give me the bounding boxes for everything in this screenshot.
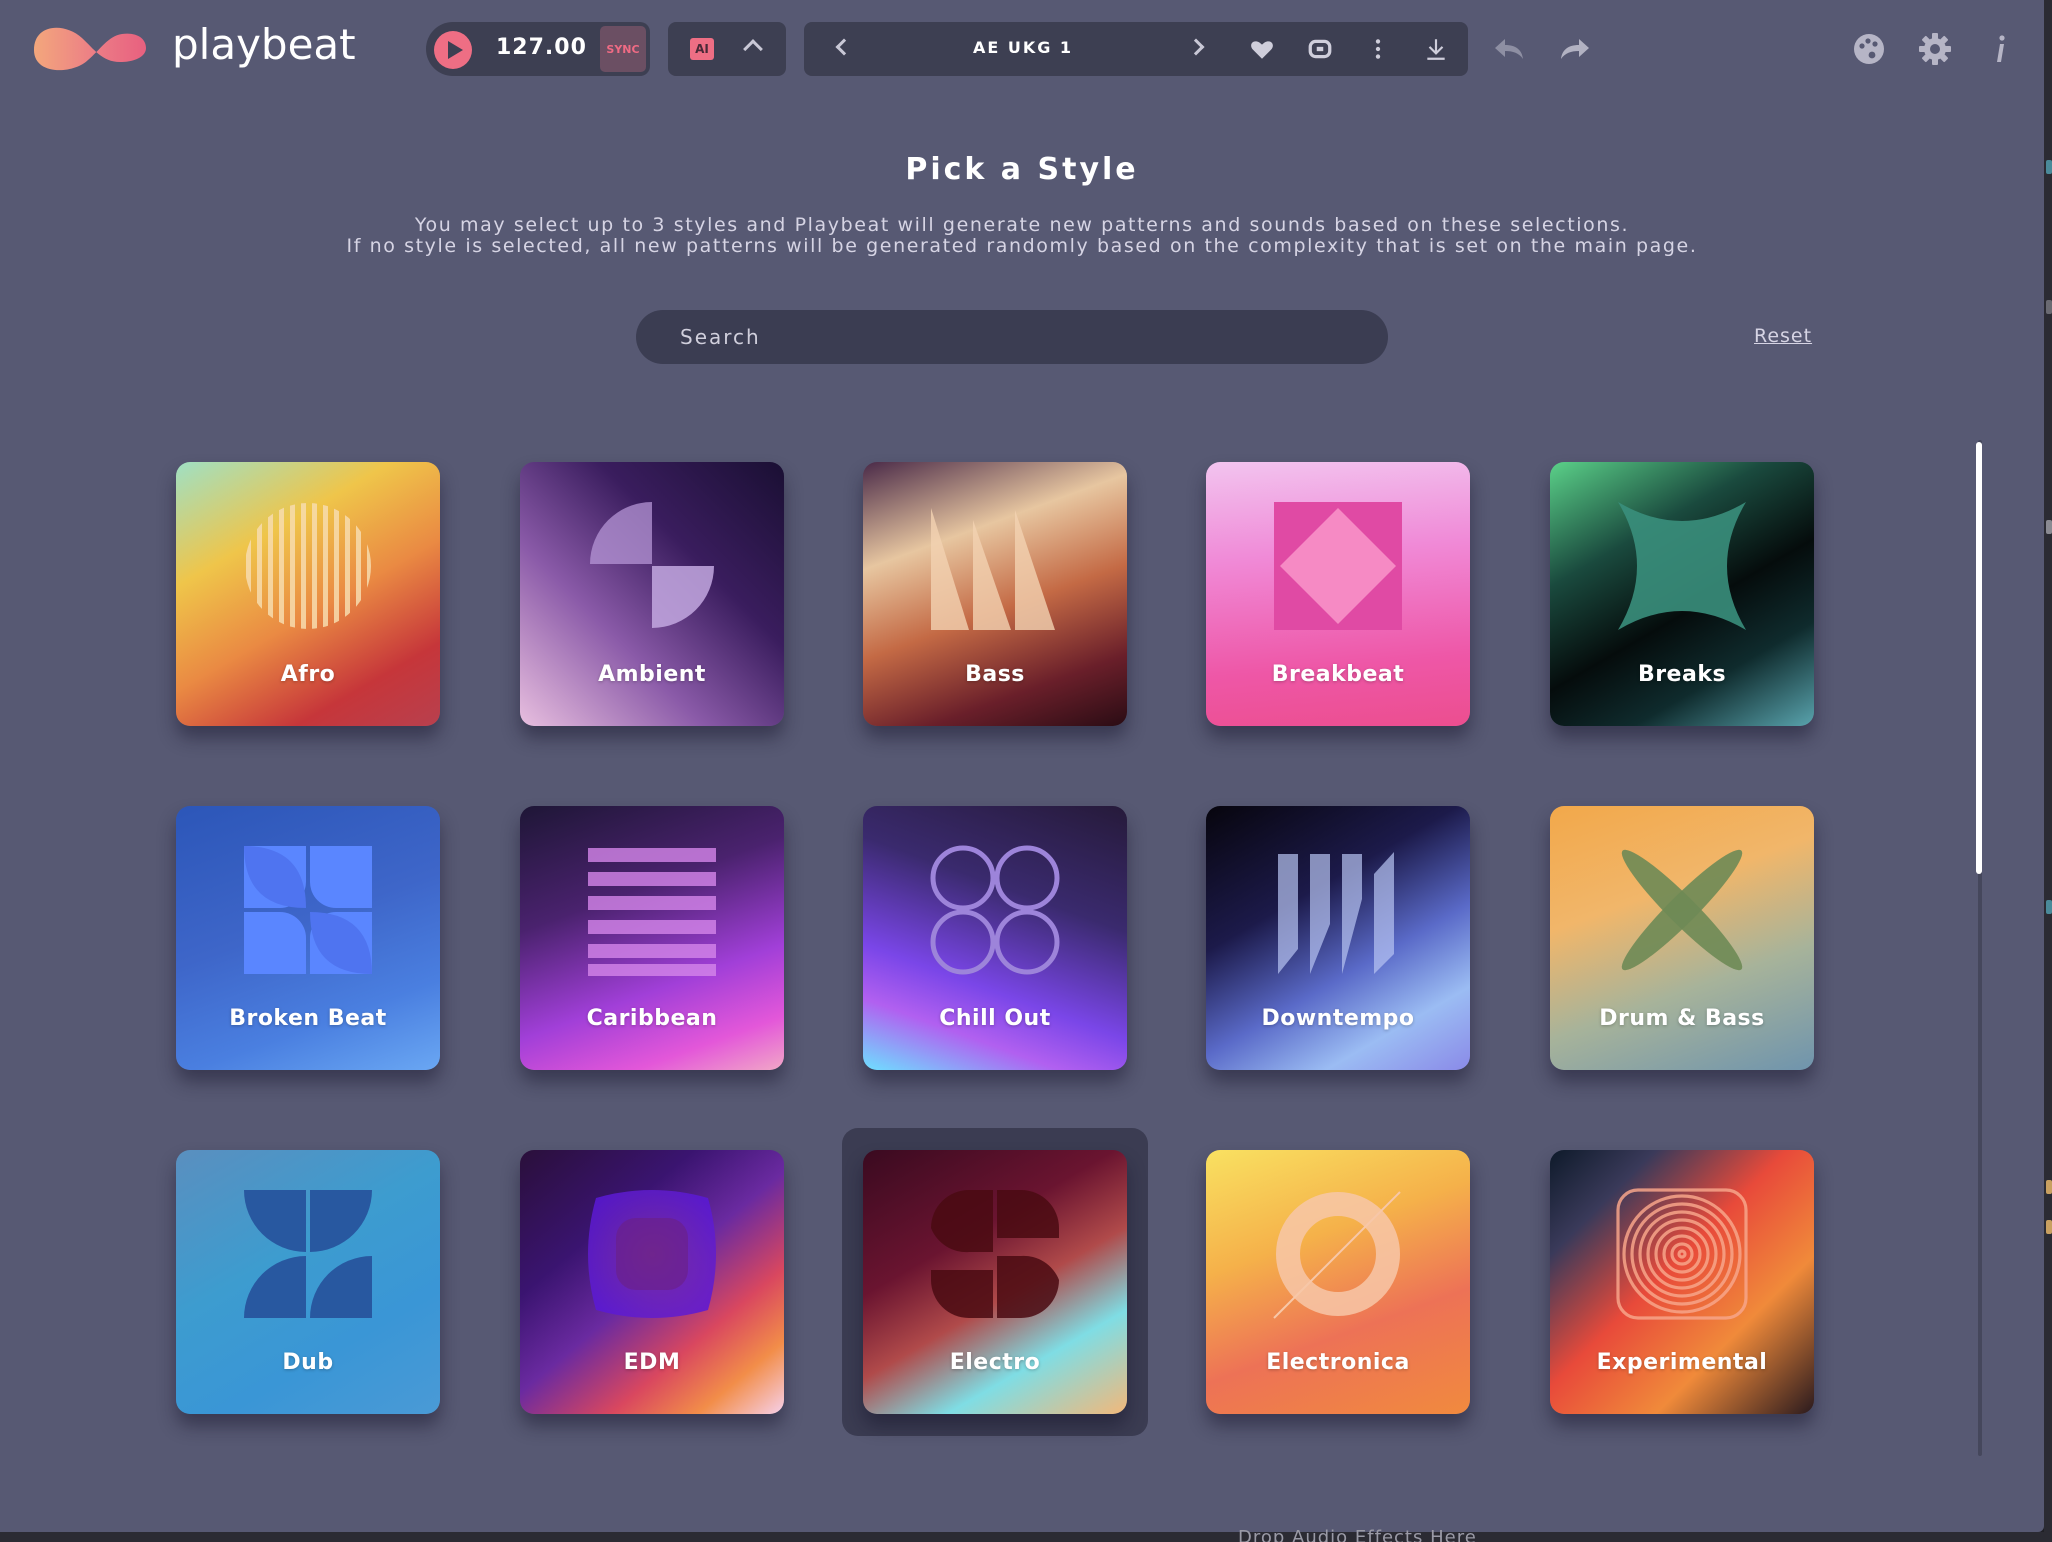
downtempo-icon: [1278, 852, 1394, 974]
experimental-icon: [1616, 1188, 1748, 1320]
scrollbar-thumb[interactable]: [1976, 442, 1982, 874]
broken-beat-icon: [244, 846, 372, 974]
style-label: Downtempo: [1261, 1006, 1415, 1031]
style-label: Caribbean: [586, 1006, 718, 1031]
play-icon: [447, 41, 463, 59]
search-input[interactable]: [636, 310, 1388, 364]
chill-out-icon: [930, 845, 1060, 975]
ambient-icon: [590, 502, 714, 628]
caribbean-icon: [588, 848, 716, 976]
info-icon[interactable]: [1982, 30, 2020, 68]
style-label: Chill Out: [939, 1006, 1051, 1031]
shuffle-icon[interactable]: [1305, 34, 1335, 64]
chevron-left-icon[interactable]: [835, 38, 853, 56]
style-label: Dub: [282, 1350, 334, 1375]
style-label: EDM: [623, 1350, 681, 1375]
ai-button[interactable]: AI: [690, 38, 714, 60]
style-label: Afro: [280, 662, 336, 687]
style-label: Breaks: [1637, 662, 1727, 687]
style-label: Electro: [949, 1350, 1041, 1375]
style-tile-broken-beat[interactable]: Broken Beat: [176, 806, 440, 1070]
chevron-right-icon[interactable]: [1187, 38, 1205, 56]
chevron-up-icon[interactable]: [743, 39, 763, 59]
style-tile-ambient[interactable]: Ambient: [520, 462, 784, 726]
reset-link[interactable]: Reset: [1754, 325, 1812, 347]
description-line-1: You may select up to 3 styles and Playbe…: [414, 214, 1630, 236]
style-tile-experimental[interactable]: Experimental: [1550, 1150, 1814, 1414]
style-tile-chill-out[interactable]: Chill Out: [863, 806, 1127, 1070]
edm-icon: [588, 1190, 716, 1318]
breakbeat-icon: [1274, 502, 1402, 630]
more-vertical-icon[interactable]: [1363, 34, 1393, 64]
style-label: Breakbeat: [1271, 662, 1405, 687]
style-label: Drum & Bass: [1599, 1006, 1765, 1031]
play-button[interactable]: [434, 31, 472, 69]
style-tile-electronica[interactable]: Electronica: [1206, 1150, 1470, 1414]
style-tile-drum-and-bass[interactable]: Drum & Bass: [1550, 806, 1814, 1070]
style-tile-electro[interactable]: Electro: [863, 1150, 1127, 1414]
gear-icon[interactable]: [1916, 30, 1954, 68]
host-bottom-strip: Drop Audio Effects Here: [0, 1527, 2052, 1542]
style-label: Experimental: [1596, 1350, 1768, 1375]
playbeat-window: playbeat 127.00 SYNC AI AE UKG 1 Pick a …: [0, 0, 2044, 1532]
preset-bar: AE UKG 1: [804, 22, 1468, 76]
style-tile-downtempo[interactable]: Downtempo: [1206, 806, 1470, 1070]
app-name: playbeat: [172, 20, 356, 69]
preset-name[interactable]: AE UKG 1: [864, 38, 1182, 57]
afro-icon: [246, 503, 371, 629]
drop-audio-effects-hint: Drop Audio Effects Here: [1238, 1527, 1477, 1542]
download-icon[interactable]: [1421, 34, 1451, 64]
style-tile-afro[interactable]: Afro: [176, 462, 440, 726]
playbeat-logo-icon: [34, 27, 146, 71]
style-label: Broken Beat: [229, 1006, 387, 1031]
style-tile-edm[interactable]: EDM: [520, 1150, 784, 1414]
breaks-icon: [1618, 502, 1746, 630]
host-edge-strip: [2044, 0, 2052, 1542]
sync-button[interactable]: SYNC: [600, 26, 646, 72]
page-title: Pick a Style: [905, 152, 1139, 187]
playbeat-logo: [30, 16, 154, 80]
bpm-value[interactable]: 127.00: [496, 35, 587, 60]
undo-icon[interactable]: [1490, 30, 1528, 68]
dub-icon: [244, 1190, 372, 1318]
redo-icon[interactable]: [1556, 30, 1594, 68]
description-line-2: If no style is selected, all new pattern…: [346, 235, 1698, 257]
bass-icon: [931, 508, 1055, 630]
style-label: Electronica: [1266, 1350, 1410, 1375]
style-tile-bass[interactable]: Bass: [863, 462, 1127, 726]
heart-icon[interactable]: [1247, 34, 1277, 64]
style-label: Bass: [965, 662, 1025, 687]
drum-and-bass-icon: [1621, 849, 1743, 971]
electronica-icon: [1273, 1191, 1401, 1319]
style-tile-dub[interactable]: Dub: [176, 1150, 440, 1414]
style-label: Ambient: [598, 662, 706, 687]
electro-icon: [931, 1190, 1059, 1318]
tempo-control: 127.00 SYNC: [426, 22, 650, 76]
style-tile-breakbeat[interactable]: Breakbeat: [1206, 462, 1470, 726]
style-tile-breaks[interactable]: Breaks: [1550, 462, 1814, 726]
ai-control: AI: [668, 22, 786, 76]
style-tile-caribbean[interactable]: Caribbean: [520, 806, 784, 1070]
palette-icon[interactable]: [1850, 30, 1888, 68]
